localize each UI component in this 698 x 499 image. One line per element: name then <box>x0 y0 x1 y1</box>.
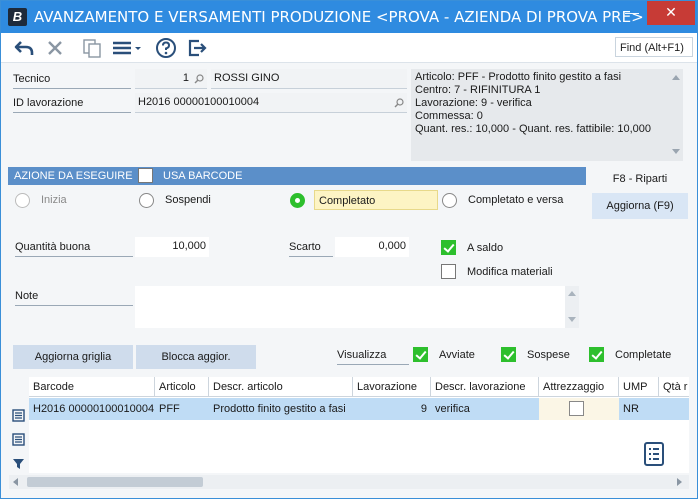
avviate-checkbox[interactable] <box>413 347 428 362</box>
completato-label: Completato <box>314 190 438 210</box>
info-quantita: Quant. res.: 10,000 - Quant. res. fattib… <box>415 123 652 135</box>
completate-checkbox[interactable] <box>589 347 604 362</box>
info-scrollbar[interactable] <box>669 69 683 161</box>
table-row[interactable]: H2016 00000100010004 PFF Prodotto finito… <box>29 398 689 420</box>
usa-barcode-checkbox[interactable] <box>138 168 153 183</box>
a-saldo-label: A saldo <box>467 242 504 254</box>
inizia-label: Inizia <box>41 194 67 206</box>
note-scrollbar[interactable] <box>565 286 579 328</box>
completato-versa-radio[interactable] <box>442 193 457 208</box>
menu-icon[interactable] <box>111 37 143 59</box>
tecnico-name-field: ROSSI GINO <box>211 69 407 89</box>
find-input[interactable]: Find (Alt+F1) <box>615 37 693 57</box>
app-logo-icon: B <box>8 8 27 26</box>
title-bar[interactable]: B AVANZAMENTO E VERSAMENTI PRODUZIONE <P… <box>1 1 697 33</box>
lavorazioni-grid: Barcode Articolo Descr. articolo Lavoraz… <box>29 377 689 473</box>
blocca-aggior-button[interactable]: Blocca aggior. <box>136 345 256 369</box>
col-header-barcode[interactable]: Barcode <box>29 377 155 397</box>
col-header-qta[interactable]: Qtà r <box>659 377 689 397</box>
grid-horizontal-scrollbar[interactable] <box>9 475 689 489</box>
scarto-label: Scarto <box>289 241 333 257</box>
attrezzaggio-checkbox[interactable] <box>569 401 584 416</box>
modifica-materiali-label: Modifica materiali <box>467 266 553 278</box>
cell-descr-lavorazione: verifica <box>435 403 470 415</box>
sospendi-label: Sospendi <box>165 194 211 206</box>
list-icon[interactable] <box>12 433 25 446</box>
modifica-materiali-checkbox[interactable] <box>441 264 456 279</box>
avviate-label: Avviate <box>439 349 475 361</box>
completato-versa-label: Completato e versa <box>468 194 564 206</box>
info-centro: Centro: 7 - RIFINITURA 1 <box>415 84 541 96</box>
cell-descr-articolo: Prodotto finito gestito a fasi <box>213 403 346 415</box>
toolbar <box>1 33 697 63</box>
sospendi-radio[interactable] <box>139 193 154 208</box>
cell-lavorazione: 9 <box>420 403 427 415</box>
col-header-descr-lavorazione[interactable]: Descr. lavorazione <box>431 377 539 397</box>
exit-icon[interactable] <box>186 37 208 59</box>
app-window: B AVANZAMENTO E VERSAMENTI PRODUZIONE <P… <box>0 0 698 499</box>
minimize-button[interactable]: — <box>619 1 645 25</box>
cell-barcode: H2016 00000100010004 <box>33 403 155 415</box>
tecnico-label: Tecnico <box>13 73 131 89</box>
quantita-buona-field[interactable]: 10,000 <box>135 237 209 257</box>
col-header-descr-articolo[interactable]: Descr. articolo <box>209 377 353 397</box>
a-saldo-checkbox[interactable] <box>441 240 456 255</box>
sospese-checkbox[interactable] <box>501 347 516 362</box>
search-icon[interactable] <box>394 98 404 108</box>
info-articolo: Articolo: PFF - Prodotto finito gestito … <box>415 71 622 83</box>
search-icon[interactable] <box>194 74 204 84</box>
note-label: Note <box>15 290 133 306</box>
list-detail-icon[interactable] <box>12 409 25 422</box>
riparti-button[interactable]: F8 - Riparti <box>592 167 688 191</box>
cancel-icon[interactable] <box>44 37 66 59</box>
close-button[interactable]: ✕ <box>647 1 695 25</box>
completate-label: Completate <box>615 349 672 361</box>
cell-ump: NR <box>623 403 639 415</box>
note-field[interactable] <box>135 286 565 328</box>
inizia-radio[interactable] <box>15 193 30 208</box>
undo-icon[interactable] <box>13 37 35 59</box>
col-header-attrezzaggio[interactable]: Attrezzaggio <box>539 377 619 397</box>
id-lavorazione-field[interactable]: H2016 00000100010004 <box>135 93 407 113</box>
sospese-label: Sospese <box>527 349 570 361</box>
col-header-lavorazione[interactable]: Lavorazione <box>353 377 431 397</box>
aggiorna-griglia-button[interactable]: Aggiorna griglia <box>13 345 133 369</box>
info-panel: Articolo: PFF - Prodotto finito gestito … <box>411 69 683 161</box>
usa-barcode-label: USA BARCODE <box>163 170 243 182</box>
col-header-articolo[interactable]: Articolo <box>155 377 209 397</box>
aggiorna-button[interactable]: Aggiorna (F9) <box>592 193 688 219</box>
scarto-field[interactable]: 0,000 <box>335 237 409 257</box>
visualizza-label: Visualizza <box>337 349 409 365</box>
info-commessa: Commessa: 0 <box>415 110 483 122</box>
help-icon[interactable] <box>155 37 177 59</box>
window-title: AVANZAMENTO E VERSAMENTI PRODUZIONE <PRO… <box>34 8 644 26</box>
copy-icon[interactable] <box>81 37 103 59</box>
document-list-icon[interactable] <box>643 442 665 466</box>
completato-radio[interactable] <box>290 193 305 208</box>
info-lavorazione: Lavorazione: 9 - verifica <box>415 97 532 109</box>
quantita-buona-label: Quantità buona <box>15 241 133 257</box>
filter-icon[interactable] <box>12 457 25 470</box>
azione-section-bar: AZIONE DA ESEGUIRE USA BARCODE <box>8 167 586 185</box>
id-lavorazione-label: ID lavorazione <box>13 97 131 113</box>
cell-qta <box>659 398 689 420</box>
cell-articolo: PFF <box>159 403 180 415</box>
scrollbar-thumb[interactable] <box>27 477 203 487</box>
azione-label: AZIONE DA ESEGUIRE <box>14 170 133 182</box>
cell-attrezzaggio <box>539 398 619 420</box>
col-header-ump[interactable]: UMP <box>619 377 659 397</box>
